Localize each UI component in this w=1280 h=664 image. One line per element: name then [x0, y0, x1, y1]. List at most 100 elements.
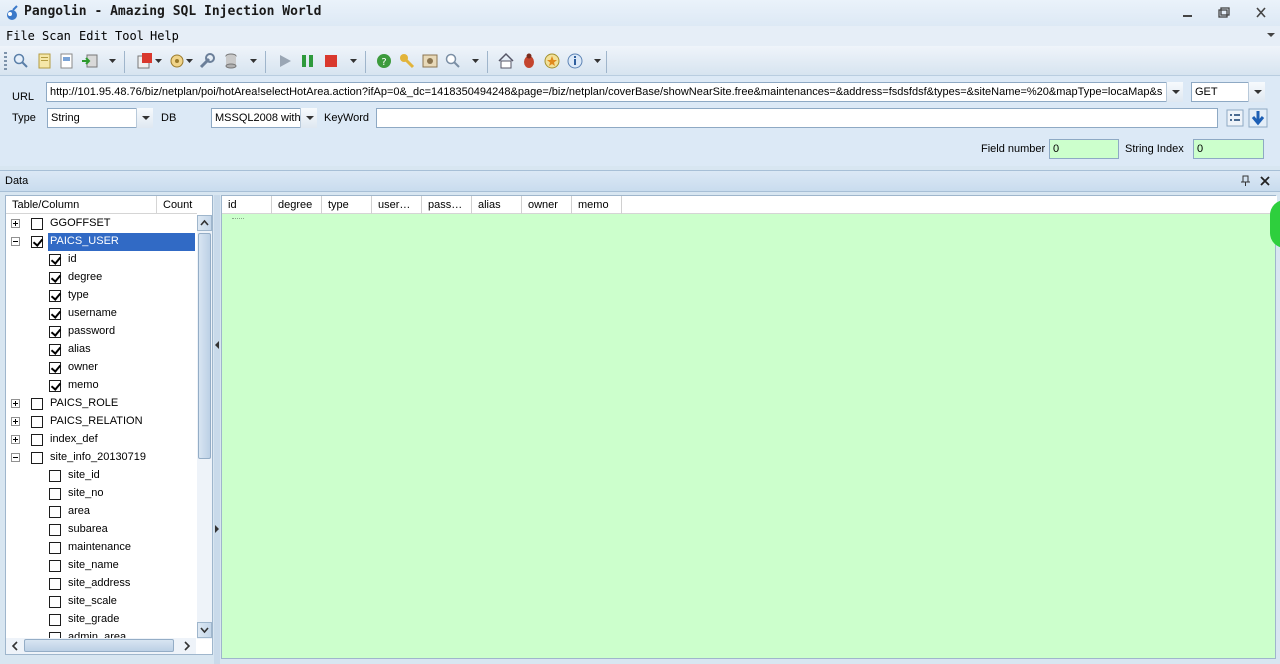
- tree-column-row[interactable]: password: [6, 323, 196, 341]
- maximize-icon[interactable]: [1212, 4, 1234, 22]
- row-checkbox[interactable]: [49, 254, 61, 266]
- row-checkbox[interactable]: [49, 488, 61, 500]
- tree-column-row[interactable]: site_grade: [6, 611, 196, 629]
- row-checkbox[interactable]: [31, 416, 43, 428]
- tree-column-row[interactable]: maintenance: [6, 539, 196, 557]
- horizontal-scroll-thumb[interactable]: [24, 639, 174, 652]
- toolbar-grip[interactable]: [4, 52, 7, 70]
- tree-column-row[interactable]: site_id: [6, 467, 196, 485]
- menu-file[interactable]: File: [6, 29, 35, 43]
- tree-table-row[interactable]: site_info_20130719: [6, 449, 196, 467]
- menu-edit[interactable]: Edit: [79, 29, 108, 43]
- grid-column-header[interactable]: id: [222, 196, 272, 214]
- row-checkbox[interactable]: [31, 434, 43, 446]
- search-icon[interactable]: [12, 52, 30, 70]
- row-checkbox[interactable]: [49, 380, 61, 392]
- chevron-down-icon[interactable]: [109, 59, 116, 63]
- stop-square-icon[interactable]: [322, 52, 340, 70]
- url-input[interactable]: http://101.95.48.76/biz/netplan/poi/hotA…: [46, 82, 1167, 102]
- grid-column-header[interactable]: type: [322, 196, 372, 214]
- expand-icon[interactable]: [11, 417, 20, 426]
- method-dropdown[interactable]: [1248, 82, 1265, 102]
- scroll-thumb[interactable]: [198, 233, 211, 459]
- menu-help[interactable]: Help: [150, 29, 179, 43]
- tree-horizontal-scrollbar[interactable]: [6, 638, 196, 654]
- type-select[interactable]: String: [47, 108, 137, 128]
- export-icon[interactable]: [81, 52, 99, 70]
- close-icon[interactable]: [1250, 4, 1272, 22]
- floating-status-indicator[interactable]: [1270, 200, 1280, 248]
- collapse-icon[interactable]: [11, 453, 20, 462]
- chevron-down-icon[interactable]: [594, 59, 601, 63]
- chevron-down-icon[interactable]: [155, 59, 162, 63]
- tree-column-row[interactable]: area: [6, 503, 196, 521]
- settings-icon[interactable]: [421, 52, 439, 70]
- play-icon[interactable]: [276, 52, 294, 70]
- help-icon[interactable]: ?: [375, 52, 393, 70]
- db-select[interactable]: MSSQL2008 with I: [211, 108, 301, 128]
- tree-column-row[interactable]: degree: [6, 269, 196, 287]
- row-checkbox[interactable]: [31, 452, 43, 464]
- pane-splitter[interactable]: [214, 195, 220, 664]
- expand-icon[interactable]: [11, 219, 20, 228]
- row-checkbox[interactable]: [31, 236, 43, 248]
- grid-column-header[interactable]: degree: [272, 196, 322, 214]
- expand-icon[interactable]: [11, 399, 20, 408]
- string-index-input[interactable]: 0: [1193, 139, 1264, 159]
- pin-icon[interactable]: [1240, 175, 1251, 187]
- row-checkbox[interactable]: [49, 542, 61, 554]
- type-dropdown[interactable]: [136, 108, 153, 128]
- menu-scan[interactable]: Scan: [42, 29, 71, 43]
- tree-column-table[interactable]: Table/Column: [6, 196, 156, 214]
- home-icon[interactable]: [497, 52, 515, 70]
- save-icon[interactable]: [58, 52, 76, 70]
- grid-column-header[interactable]: user…: [372, 196, 422, 214]
- row-checkbox[interactable]: [49, 326, 61, 338]
- tree-column-count[interactable]: Count: [156, 196, 197, 214]
- minimize-icon[interactable]: [1176, 4, 1198, 22]
- row-checkbox[interactable]: [31, 218, 43, 230]
- tree-column-row[interactable]: site_scale: [6, 593, 196, 611]
- tree-column-row[interactable]: id: [6, 251, 196, 269]
- row-checkbox[interactable]: [49, 524, 61, 536]
- chevron-left-icon[interactable]: [8, 639, 22, 653]
- download-arrow-icon[interactable]: [1248, 108, 1268, 128]
- tree-table-row[interactable]: PAICS_RELATION: [6, 413, 196, 431]
- grid-column-header[interactable]: owner: [522, 196, 572, 214]
- chevron-down-icon[interactable]: [350, 59, 357, 63]
- pause-icon[interactable]: [299, 52, 317, 70]
- collapse-left-icon[interactable]: [215, 341, 219, 349]
- database-icon[interactable]: [222, 52, 240, 70]
- expand-icon[interactable]: [11, 435, 20, 444]
- row-checkbox[interactable]: [31, 398, 43, 410]
- row-checkbox[interactable]: [49, 290, 61, 302]
- tree-column-row[interactable]: alias: [6, 341, 196, 359]
- tree-column-row[interactable]: site_no: [6, 485, 196, 503]
- chevron-right-icon[interactable]: [180, 639, 194, 653]
- grid-column-header[interactable]: memo: [572, 196, 622, 214]
- row-checkbox[interactable]: [49, 614, 61, 626]
- tree-column-row[interactable]: username: [6, 305, 196, 323]
- stop-icon[interactable]: [136, 52, 154, 70]
- tools-icon[interactable]: [198, 52, 216, 70]
- tree-table-row[interactable]: PAICS_USER: [6, 233, 196, 251]
- row-checkbox[interactable]: [49, 560, 61, 572]
- tree-table-row[interactable]: GGOFFSET: [6, 215, 196, 233]
- scroll-up-button[interactable]: [197, 215, 212, 231]
- tree-table-row[interactable]: index_def: [6, 431, 196, 449]
- row-checkbox[interactable]: [49, 470, 61, 482]
- keyword-input[interactable]: [376, 108, 1218, 128]
- tree-column-row[interactable]: owner: [6, 359, 196, 377]
- options-icon[interactable]: [168, 52, 186, 70]
- row-checkbox[interactable]: [49, 596, 61, 608]
- scroll-down-button[interactable]: [197, 622, 212, 638]
- tree-table-row[interactable]: PAICS_ROLE: [6, 395, 196, 413]
- list-icon[interactable]: [1226, 109, 1244, 127]
- chevron-down-icon[interactable]: [186, 59, 193, 63]
- tree-column-row[interactable]: subarea: [6, 521, 196, 539]
- magnifier-icon[interactable]: [444, 52, 462, 70]
- row-checkbox[interactable]: [49, 506, 61, 518]
- key-icon[interactable]: [398, 52, 416, 70]
- chevron-down-icon[interactable]: [472, 59, 479, 63]
- grid-column-header[interactable]: pass…: [422, 196, 472, 214]
